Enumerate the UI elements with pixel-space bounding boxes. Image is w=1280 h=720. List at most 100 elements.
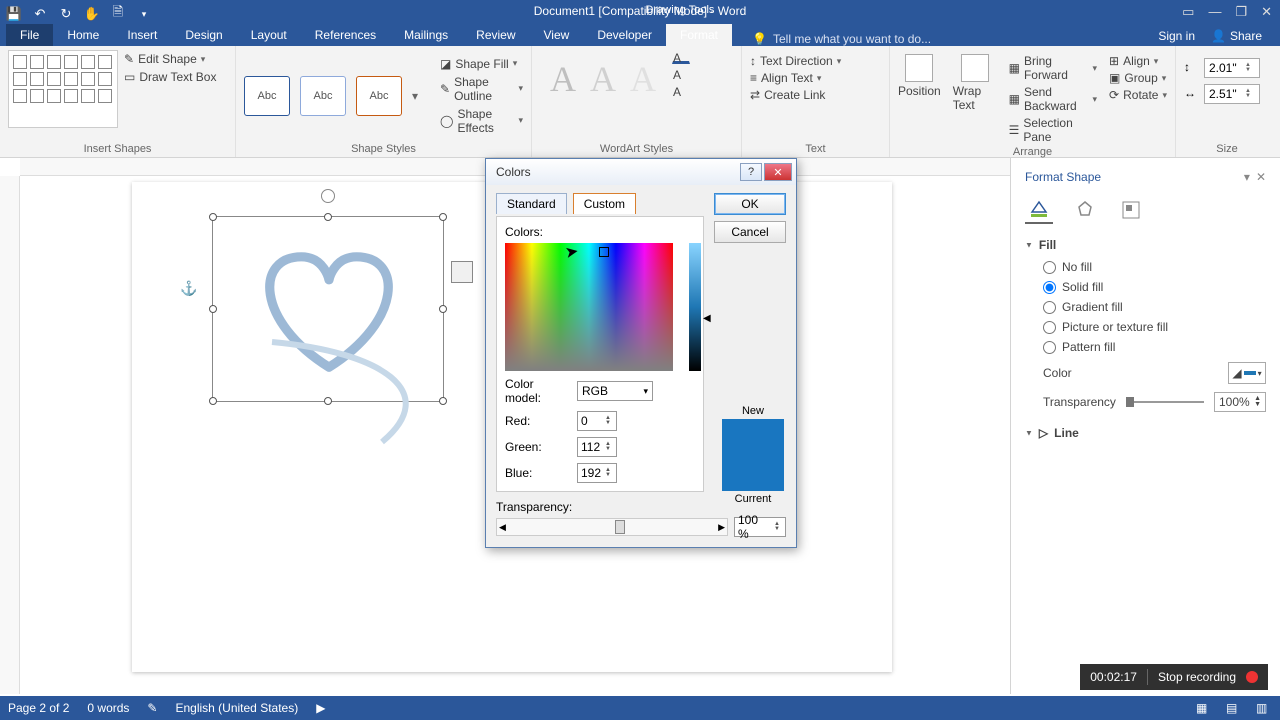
dialog-help-icon[interactable]: ?: [740, 163, 762, 181]
web-layout-icon[interactable]: ▥: [1256, 701, 1272, 715]
luminance-slider[interactable]: [689, 243, 701, 371]
text-fill-icon[interactable]: A: [672, 50, 690, 64]
print-layout-icon[interactable]: ▤: [1226, 701, 1242, 715]
ribbon-display-icon[interactable]: ▭: [1182, 4, 1194, 20]
fill-section-header[interactable]: Fill: [1025, 238, 1266, 252]
standard-tab[interactable]: Standard: [496, 193, 567, 214]
text-effects-icon[interactable]: A: [672, 84, 690, 98]
gradient-fill-radio[interactable]: Gradient fill: [1043, 300, 1266, 314]
line-section-header[interactable]: ▷ Line: [1025, 426, 1266, 440]
tab-file[interactable]: File: [6, 24, 53, 46]
redo-icon[interactable]: ↻: [58, 6, 74, 22]
word-count[interactable]: 0 words: [87, 701, 129, 715]
green-input[interactable]: 112▲▼: [577, 437, 617, 457]
wordart-gallery[interactable]: AAA: [540, 50, 666, 108]
resize-handle[interactable]: [209, 397, 217, 405]
touch-mode-icon[interactable]: ✋: [84, 6, 100, 22]
solid-fill-radio[interactable]: Solid fill: [1043, 280, 1266, 294]
sign-in-link[interactable]: Sign in: [1158, 29, 1195, 43]
tab-design[interactable]: Design: [171, 24, 236, 46]
tab-insert[interactable]: Insert: [113, 24, 171, 46]
text-outline-icon[interactable]: A: [672, 67, 690, 81]
share-button[interactable]: 👤 Share: [1205, 26, 1268, 46]
color-spectrum[interactable]: [505, 243, 673, 371]
tell-me-search[interactable]: 💡 Tell me what you want to do...: [752, 32, 931, 46]
rotate-handle[interactable]: [321, 189, 335, 203]
resize-handle[interactable]: [439, 213, 447, 221]
tab-format[interactable]: Format: [666, 24, 732, 46]
edit-shape-button[interactable]: ✎ Edit Shape: [124, 52, 216, 66]
gallery-more-icon[interactable]: ▾: [412, 89, 424, 103]
tab-review[interactable]: Review: [462, 24, 529, 46]
dlg-transparency-slider[interactable]: ◀▶: [496, 518, 728, 536]
tab-home[interactable]: Home: [53, 24, 113, 46]
rotate-button[interactable]: ⟳ Rotate: [1109, 88, 1167, 102]
tab-layout[interactable]: Layout: [237, 24, 301, 46]
ok-button[interactable]: OK: [714, 193, 786, 215]
layout-options-icon[interactable]: [451, 261, 473, 283]
transparency-input[interactable]: 100%▲▼: [1214, 392, 1266, 412]
tab-developer[interactable]: Developer: [583, 24, 666, 46]
tab-view[interactable]: View: [530, 24, 584, 46]
stop-recording-button[interactable]: Stop recording: [1158, 670, 1236, 684]
resize-handle[interactable]: [324, 213, 332, 221]
color-model-combo[interactable]: RGB▾: [577, 381, 653, 401]
bring-forward-button[interactable]: ▦ Bring Forward: [1009, 54, 1097, 82]
resize-handle[interactable]: [209, 305, 217, 313]
read-mode-icon[interactable]: ▦: [1196, 701, 1212, 715]
fill-line-tab-icon[interactable]: [1025, 196, 1053, 224]
qat-dropdown-icon[interactable]: ▾: [136, 6, 152, 22]
tab-references[interactable]: References: [301, 24, 390, 46]
wrap-text-button[interactable]: Wrap Text: [953, 54, 997, 144]
shapes-gallery[interactable]: [8, 50, 118, 128]
custom-tab[interactable]: Custom: [573, 193, 636, 214]
create-link-button[interactable]: ⇄ Create Link: [750, 88, 841, 102]
blue-input[interactable]: 192▲▼: [577, 463, 617, 483]
vertical-ruler[interactable]: [0, 176, 20, 694]
spellcheck-icon[interactable]: ✎: [147, 701, 157, 715]
tab-mailings[interactable]: Mailings: [390, 24, 462, 46]
red-input[interactable]: 0▲▼: [577, 411, 617, 431]
selection-pane-button[interactable]: ☰ Selection Pane: [1009, 116, 1097, 144]
send-backward-button[interactable]: ▦ Send Backward: [1009, 85, 1097, 113]
resize-handle[interactable]: [209, 213, 217, 221]
text-direction-button[interactable]: ↕ Text Direction: [750, 54, 841, 68]
shape-height-input[interactable]: 2.01"▲▼: [1204, 58, 1260, 78]
effects-tab-icon[interactable]: [1071, 196, 1099, 224]
new-doc-icon[interactable]: 🗎: [110, 6, 126, 22]
position-button[interactable]: Position: [898, 54, 941, 144]
undo-icon[interactable]: ↶: [32, 6, 48, 22]
page-status[interactable]: Page 2 of 2: [8, 701, 69, 715]
color-crosshair[interactable]: [599, 247, 609, 257]
align-button[interactable]: ⊞ Align: [1109, 54, 1167, 68]
picture-fill-radio[interactable]: Picture or texture fill: [1043, 320, 1266, 334]
pane-close-icon[interactable]: ✕: [1256, 170, 1266, 184]
style-thumb-3[interactable]: Abc: [356, 76, 402, 116]
transparency-slider[interactable]: [1126, 401, 1204, 403]
dialog-close-icon[interactable]: ✕: [764, 163, 792, 181]
layout-tab-icon[interactable]: [1117, 196, 1145, 224]
dialog-titlebar[interactable]: Colors ? ✕: [486, 159, 796, 185]
luminance-arrow-icon[interactable]: ◀: [703, 313, 711, 324]
shape-effects-button[interactable]: ◯ Shape Effects: [440, 107, 523, 135]
style-thumb-1[interactable]: Abc: [244, 76, 290, 116]
minimize-icon[interactable]: —: [1208, 4, 1221, 20]
restore-icon[interactable]: ❐: [1235, 4, 1247, 20]
group-button[interactable]: ▣ Group: [1109, 71, 1167, 85]
save-icon[interactable]: 💾: [6, 6, 22, 22]
shape-outline-button[interactable]: ✎ Shape Outline: [440, 75, 523, 103]
pattern-fill-radio[interactable]: Pattern fill: [1043, 340, 1266, 354]
draw-textbox-button[interactable]: ▭ Draw Text Box: [124, 70, 216, 84]
resize-handle[interactable]: [439, 305, 447, 313]
no-fill-radio[interactable]: No fill: [1043, 260, 1266, 274]
close-window-icon[interactable]: ✕: [1261, 4, 1272, 20]
shape-style-gallery[interactable]: Abc Abc Abc ▾: [244, 76, 424, 116]
align-text-button[interactable]: ≡ Align Text: [750, 71, 841, 85]
shape-width-input[interactable]: 2.51"▲▼: [1204, 84, 1260, 104]
shape-fill-button[interactable]: ◪ Shape Fill: [440, 57, 523, 71]
cancel-button[interactable]: Cancel: [714, 221, 786, 243]
language-status[interactable]: English (United States): [175, 701, 298, 715]
macro-status-icon[interactable]: ▶: [316, 701, 325, 715]
pane-dropdown-icon[interactable]: ▾: [1244, 170, 1250, 184]
style-thumb-2[interactable]: Abc: [300, 76, 346, 116]
